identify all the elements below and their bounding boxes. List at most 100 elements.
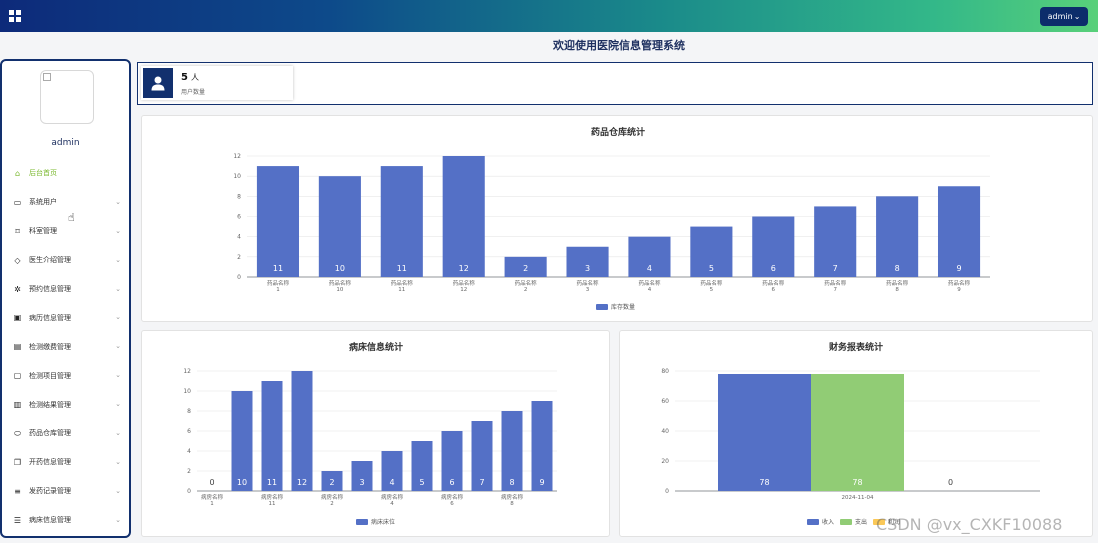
gear-icon: ✲ [14, 284, 21, 294]
bar-value-label: 78 [759, 478, 769, 487]
sidebar-item-11[interactable]: ≡ 发药记录管理 ⌄ [2, 477, 129, 506]
bar [318, 176, 361, 277]
bar [261, 381, 283, 491]
y-tick-label: 8 [187, 408, 191, 415]
sidebar-item-6[interactable]: ▤ 检测缴费管理 ⌄ [2, 332, 129, 361]
y-tick-label: 60 [661, 398, 669, 405]
chevron-down-icon: ⌄ [115, 457, 121, 466]
y-tick-label: 10 [183, 388, 191, 395]
bed-info-chart-panel: 病床信息统计 0 2 4 6 8 10 12 0 病房名称 1 10 11 病房名称 11 12 2 病房名称 2 3… [141, 330, 610, 537]
user-count-value: 5 [181, 72, 188, 83]
list-icon: ☰ [13, 515, 22, 525]
sidebar-menu: ⌂ 后台首页 ▭ 系统用户 ⌄ ⌑ 科室管理 ⌄ ◇ 医生介绍管理 ⌄ ✲ 预约信息管理 ⌄ ▣ 病历信息管理… [2, 159, 129, 535]
tag-icon: ◇ [14, 255, 21, 265]
bar-value-label: 2 [523, 264, 528, 273]
y-tick-label: 0 [665, 488, 669, 495]
sidebar-item-4[interactable]: ✲ 预约信息管理 ⌄ [2, 275, 129, 304]
chevron-down-icon: ⌄ [1073, 12, 1081, 21]
bar-value-label: 3 [585, 264, 590, 273]
chevron-down-icon: ⌄ [115, 400, 121, 409]
user-count-card[interactable]: 5人 用户数量 [141, 66, 293, 100]
y-tick-label: 12 [233, 153, 241, 160]
sidebar-item-3[interactable]: ◇ 医生介绍管理 ⌄ [2, 246, 129, 275]
chevron-down-icon: ⌄ [115, 226, 121, 235]
x-tick-label: 2024-11-04 [842, 495, 874, 501]
user-count-label: 用户数量 [181, 89, 206, 96]
page-title: 欢迎使用医院信息管理系统 [553, 39, 685, 52]
legend-swatch [356, 519, 368, 525]
x-tick-label: 药品名称 7 [824, 279, 847, 293]
sidebar-item-7[interactable]: ▢ 检测项目管理 ⌄ [2, 361, 129, 390]
y-tick-label: 2 [187, 468, 191, 475]
bar [811, 374, 904, 491]
x-tick-label: 药品名称 1 [267, 279, 290, 293]
admin-dropdown-button[interactable]: admin ⌄ [1040, 7, 1088, 26]
bar-value-label: 78 [852, 478, 862, 487]
x-tick-label: 病房名称 2 [321, 493, 344, 507]
sidebar-item-10[interactable]: ❐ 开药信息管理 ⌄ [2, 448, 129, 477]
chevron-down-icon: ⌄ [115, 429, 121, 438]
sidebar-username: admin [51, 138, 80, 148]
y-tick-label: 0 [237, 274, 241, 281]
chevron-down-icon: ⌄ [115, 197, 121, 206]
sidebar-item-2[interactable]: ⌑ 科室管理 ⌄ [2, 217, 129, 246]
bar [256, 166, 300, 277]
bar-value-label: 6 [449, 478, 454, 487]
chevron-down-icon: ⌄ [115, 342, 121, 351]
y-tick-label: 6 [187, 428, 191, 435]
sidebar-item-label: 医生介绍管理 [29, 256, 71, 265]
chevron-down-icon: ⌄ [115, 515, 121, 524]
x-tick-label: 病房名称 6 [441, 493, 464, 507]
sidebar-item-9[interactable]: ⬭ 药品仓库管理 ⌄ [2, 419, 129, 448]
x-tick-label: 药品名称 3 [577, 279, 600, 293]
y-tick-label: 6 [237, 214, 241, 221]
bar-value-label: 9 [539, 478, 544, 487]
sidebar-item-label: 科室管理 [29, 227, 57, 236]
medicine-stock-chart: 药品仓库统计 0 2 4 6 8 10 12 11 药品名称 1 10 药品名称 10 11 药品名称 11 12… [233, 126, 990, 311]
chevron-down-icon: ⌄ [115, 486, 121, 495]
monitor-icon: ▭ [13, 197, 22, 207]
medicine-stock-chart-panel: 药品仓库统计 0 2 4 6 8 10 12 11 药品名称 1 10 药品名称 10 11 药品名称 11 12… [141, 115, 1093, 322]
sidebar-item-12[interactable]: ☰ 病床信息管理 ⌄ [2, 506, 129, 535]
sidebar-item-label: 预约信息管理 [29, 285, 71, 293]
chevron-down-icon: ⌄ [115, 255, 121, 264]
x-tick-label: 药品名称 6 [762, 279, 785, 293]
x-tick-label: 病房名称 8 [501, 493, 524, 507]
bar-value-label: 10 [237, 478, 247, 487]
menu-grid-icon[interactable] [9, 10, 21, 22]
broken-image-icon [43, 73, 51, 81]
sidebar-item-label: 药品仓库管理 [29, 429, 71, 438]
bar-value-label: 2 [329, 478, 334, 487]
copy-icon: ❐ [13, 457, 22, 467]
legend-label: 支出 [855, 518, 867, 526]
sidebar-item-1[interactable]: ▭ 系统用户 ⌄ [2, 188, 129, 217]
sidebar-item-5[interactable]: ▣ 病历信息管理 ⌄ [2, 303, 129, 332]
bar-value-label: 12 [459, 264, 469, 273]
bar-value-label: 9 [956, 264, 961, 273]
sidebar-item-8[interactable]: ▥ 检测结果管理 ⌄ [2, 390, 129, 419]
avatar [40, 70, 94, 124]
message-icon: ▢ [13, 371, 22, 381]
chevron-down-icon: ⌄ [115, 313, 121, 322]
finance-chart: 财务报表统计02040608078 78 02024-11-04收入 支出 利润 [661, 341, 1040, 526]
home-icon: ⌂ [14, 168, 21, 178]
legend-label: 病床床位 [371, 518, 395, 526]
bar-value-label: 11 [397, 264, 407, 273]
admin-label: admin [1047, 12, 1073, 21]
bar-value-label: 3 [359, 478, 364, 487]
y-tick-label: 80 [661, 368, 669, 375]
legend-swatch [840, 519, 852, 525]
bar-value-label: 4 [647, 264, 652, 273]
bar-value-label: 10 [335, 264, 345, 273]
bar [231, 391, 253, 491]
x-tick-label: 药品名称 8 [886, 279, 909, 293]
sidebar-item-label: 病床信息管理 [29, 516, 71, 525]
chart-title: 药品仓库统计 [591, 126, 645, 138]
chevron-down-icon: ⌄ [115, 371, 121, 380]
chart-title: 病床信息统计 [349, 341, 403, 353]
y-tick-label: 4 [187, 448, 191, 455]
bar-value-label: 7 [833, 264, 838, 273]
clipboard-icon: ▤ [13, 342, 22, 352]
sidebar: admin ⌂ 后台首页 ▭ 系统用户 ⌄ ⌑ 科室管理 ⌄ ◇ 医生介绍管理 ⌄ ✲ 预约信息管理 ⌄ ▣… [0, 59, 131, 538]
sidebar-item-0[interactable]: ⌂ 后台首页 [2, 159, 129, 188]
